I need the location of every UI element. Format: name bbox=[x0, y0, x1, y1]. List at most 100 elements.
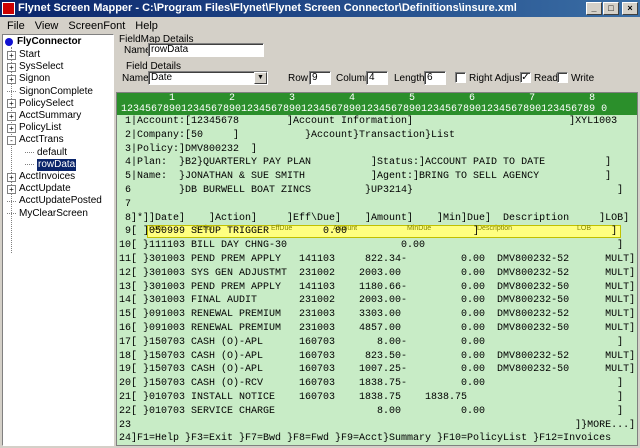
screen-row: 2|Company:[50 ] }Account}Transaction}Lis… bbox=[117, 129, 637, 142]
row-number: 9 bbox=[124, 226, 131, 238]
row-text: [ }091003 RENEWAL PREMIUM 231003 3303.00… bbox=[131, 309, 636, 321]
tree-item-policylist[interactable]: + PolicyList bbox=[7, 122, 61, 134]
title-bar: Flynet Screen Mapper - C:\Program Files\… bbox=[0, 0, 640, 17]
row-text: ]*]]Date] ]Action] ]Eff\Due] ]Amount] ]M… bbox=[131, 212, 630, 224]
screen-row: 1|Account:[12345678 ]Account Information… bbox=[117, 115, 637, 128]
screen-row: 5|Name: }JONATHAN & SUE SMITH ]Agent:]BR… bbox=[117, 170, 637, 183]
tree-item-sysselect[interactable]: + SysSelect bbox=[7, 61, 63, 73]
screen-row: 3|Policy:]DMV800232 ] bbox=[117, 143, 637, 156]
screen-row: 16[ }091003 RENEWAL PREMIUM 231003 4857.… bbox=[117, 322, 637, 335]
screen-row: 21[ }010703 INSTALL NOTICE 160703 1838.7… bbox=[117, 391, 637, 404]
row-text: |Account:[12345678 ]Account Information]… bbox=[131, 116, 618, 127]
read-checkbox[interactable]: ✓ bbox=[520, 72, 531, 83]
row-text: |Company:[50 ] }Account}Transaction}List bbox=[131, 129, 456, 141]
expand-icon[interactable]: + bbox=[7, 50, 16, 60]
expand-icon[interactable]: + bbox=[7, 123, 16, 133]
terminal-screen[interactable]: 1 2 3 4 5 6 7 8 123456789012345678901234… bbox=[116, 92, 638, 446]
app-icon bbox=[2, 2, 15, 15]
row-text: [ }010703 SERVICE CHARGE 8.00 0.00 ] bbox=[131, 405, 624, 417]
collapse-icon[interactable]: - bbox=[7, 135, 16, 145]
row-text: |Policy:]DMV800232 ] bbox=[131, 143, 258, 155]
expand-icon[interactable]: + bbox=[7, 62, 16, 72]
row-number: 23 bbox=[118, 419, 131, 431]
tree-item-acctinvoices[interactable]: + AcctInvoices bbox=[7, 171, 75, 183]
tree-item-policyselect[interactable]: + PolicySelect bbox=[7, 98, 73, 110]
screen-row: 4|Plan: }B2}QUARTERLY PAY PLAN ]Status:]… bbox=[117, 156, 637, 169]
expand-icon[interactable]: + bbox=[7, 172, 16, 182]
row-text: [ }301003 PEND PREM APPLY 141103 822.34-… bbox=[131, 254, 636, 265]
tree-connector bbox=[7, 213, 16, 215]
expand-icon[interactable]: + bbox=[7, 111, 16, 121]
tree-item-label: AcctUpdatePosted bbox=[19, 195, 102, 207]
right-adjust-checkbox[interactable] bbox=[455, 72, 466, 83]
tree-item-label: AcctInvoices bbox=[19, 171, 76, 182]
minimize-button[interactable]: _ bbox=[586, 2, 602, 15]
column-input[interactable]: 4 bbox=[366, 71, 388, 85]
write-checkbox[interactable] bbox=[557, 72, 568, 83]
fieldmap-name-input[interactable]: rowData bbox=[148, 43, 264, 57]
screen-row: 18[ }150703 CASH (O)-APL 160703 823.50- … bbox=[117, 350, 637, 363]
row-number: 18 bbox=[118, 350, 131, 362]
menu-screenfont[interactable]: ScreenFont bbox=[63, 20, 130, 32]
tree-item-rowdata[interactable]: rowData bbox=[25, 158, 77, 171]
right-adjust-label: Right Adjust bbox=[469, 73, 523, 84]
tree-item-myclearscreen[interactable]: MyClearScreen bbox=[7, 208, 88, 220]
field-name-combo[interactable]: Date bbox=[148, 71, 268, 85]
screen-row: 15[ }091003 RENEWAL PREMIUM 231003 3303.… bbox=[117, 308, 637, 321]
row-number: 13 bbox=[118, 281, 131, 293]
close-button[interactable]: × bbox=[622, 2, 638, 15]
tree-item-start[interactable]: + Start bbox=[7, 49, 40, 61]
screen-row: 19[ }150703 CASH (O)-APL 160703 1007.25-… bbox=[117, 363, 637, 376]
row-number: 2 bbox=[124, 129, 131, 141]
screen-row: 14[ }301003 FINAL AUDIT 231002 2003.00- … bbox=[117, 294, 637, 307]
row-text: ]F1=Help }F3=Exit }F7=Bwd }F8=Fwd }F9=Ac… bbox=[131, 433, 612, 445]
definition-tree[interactable]: FlyConnector + Start + SysSelect + Signon Sign… bbox=[2, 34, 114, 446]
chevron-down-icon[interactable]: ▼ bbox=[254, 72, 267, 84]
row-input[interactable]: 9 bbox=[309, 71, 331, 85]
menu-help[interactable]: Help bbox=[130, 20, 163, 32]
ruler-tens: 1 2 3 4 5 6 7 8 bbox=[121, 93, 596, 104]
row-number: 16 bbox=[118, 323, 131, 334]
screen-row: 11[ }301003 PEND PREM APPLY 141103 822.3… bbox=[117, 253, 637, 266]
fieldmap-name-label: Name bbox=[124, 45, 151, 56]
row-text: |Name: }JONATHAN & SUE SMITH ]Agent:]BRI… bbox=[131, 171, 612, 183]
details-panel: FieldMap Details Name rowData Field Deta… bbox=[116, 34, 638, 446]
row-number: 14 bbox=[118, 295, 131, 307]
row-number: 8 bbox=[124, 212, 131, 224]
menu-view[interactable]: View bbox=[30, 20, 64, 32]
tree-connector bbox=[25, 152, 34, 154]
row-text: [ ]050999 SETUP TRIGGER 0.00 ] ] bbox=[131, 226, 618, 238]
window-title: Flynet Screen Mapper - C:\Program Files\… bbox=[18, 2, 517, 14]
tree-item-acctupdate[interactable]: + AcctUpdate bbox=[7, 183, 71, 195]
tree-item-label: Start bbox=[19, 49, 41, 60]
row-text: [ }091003 RENEWAL PREMIUM 231003 4857.00… bbox=[131, 323, 636, 334]
row-text: [ }301003 SYS GEN ADJUSTMT 231002 2003.0… bbox=[131, 267, 636, 279]
tree-root[interactable]: FlyConnector bbox=[5, 36, 81, 48]
row-text: [ }301003 FINAL AUDIT 231002 2003.00- 0.… bbox=[131, 295, 636, 307]
tree-item-label: default bbox=[37, 146, 68, 158]
row-number: 24 bbox=[118, 433, 131, 445]
row-text: [ }150703 CASH (O)-APL 160703 8.00- 0.00… bbox=[131, 336, 624, 348]
tree-item-signoncomplete[interactable]: SignonComplete bbox=[7, 86, 93, 98]
screen-row: 8]*]]Date] ]Action] ]Eff\Due] ]Amount] ]… bbox=[117, 212, 637, 225]
row-text: [ }150703 CASH (O)-APL 160703 1007.25- 0… bbox=[131, 364, 636, 376]
tree-item-signon[interactable]: + Signon bbox=[7, 73, 50, 85]
tree-item-default[interactable]: default bbox=[25, 147, 67, 159]
length-input[interactable]: 6 bbox=[424, 71, 446, 85]
row-number: 5 bbox=[124, 171, 131, 183]
expand-icon[interactable]: + bbox=[7, 99, 16, 109]
tree-item-accttrans[interactable]: - AcctTrans bbox=[7, 134, 64, 146]
expand-icon[interactable]: + bbox=[7, 74, 16, 84]
row-text: [ }150703 CASH (O)-RCV 160703 1838.75- 0… bbox=[131, 378, 624, 390]
tree-item-acctsummary[interactable]: + AcctSummary bbox=[7, 110, 81, 122]
expand-icon[interactable]: + bbox=[7, 184, 16, 194]
menu-file[interactable]: File bbox=[2, 20, 30, 32]
tree-item-acctupdateposted[interactable]: AcctUpdatePosted bbox=[7, 195, 102, 207]
row-number: 1 bbox=[124, 116, 131, 127]
tree-item-label: SysSelect bbox=[19, 61, 64, 73]
tree-item-label: SignonComplete bbox=[19, 85, 93, 97]
tree-item-label: rowData bbox=[37, 158, 77, 171]
screen-row: 24]F1=Help }F3=Exit }F7=Bwd }F8=Fwd }F9=… bbox=[117, 432, 637, 445]
maximize-button[interactable]: □ bbox=[603, 2, 619, 15]
row-text: [ }301003 PEND PREM APPLY 141103 1180.66… bbox=[131, 281, 636, 293]
